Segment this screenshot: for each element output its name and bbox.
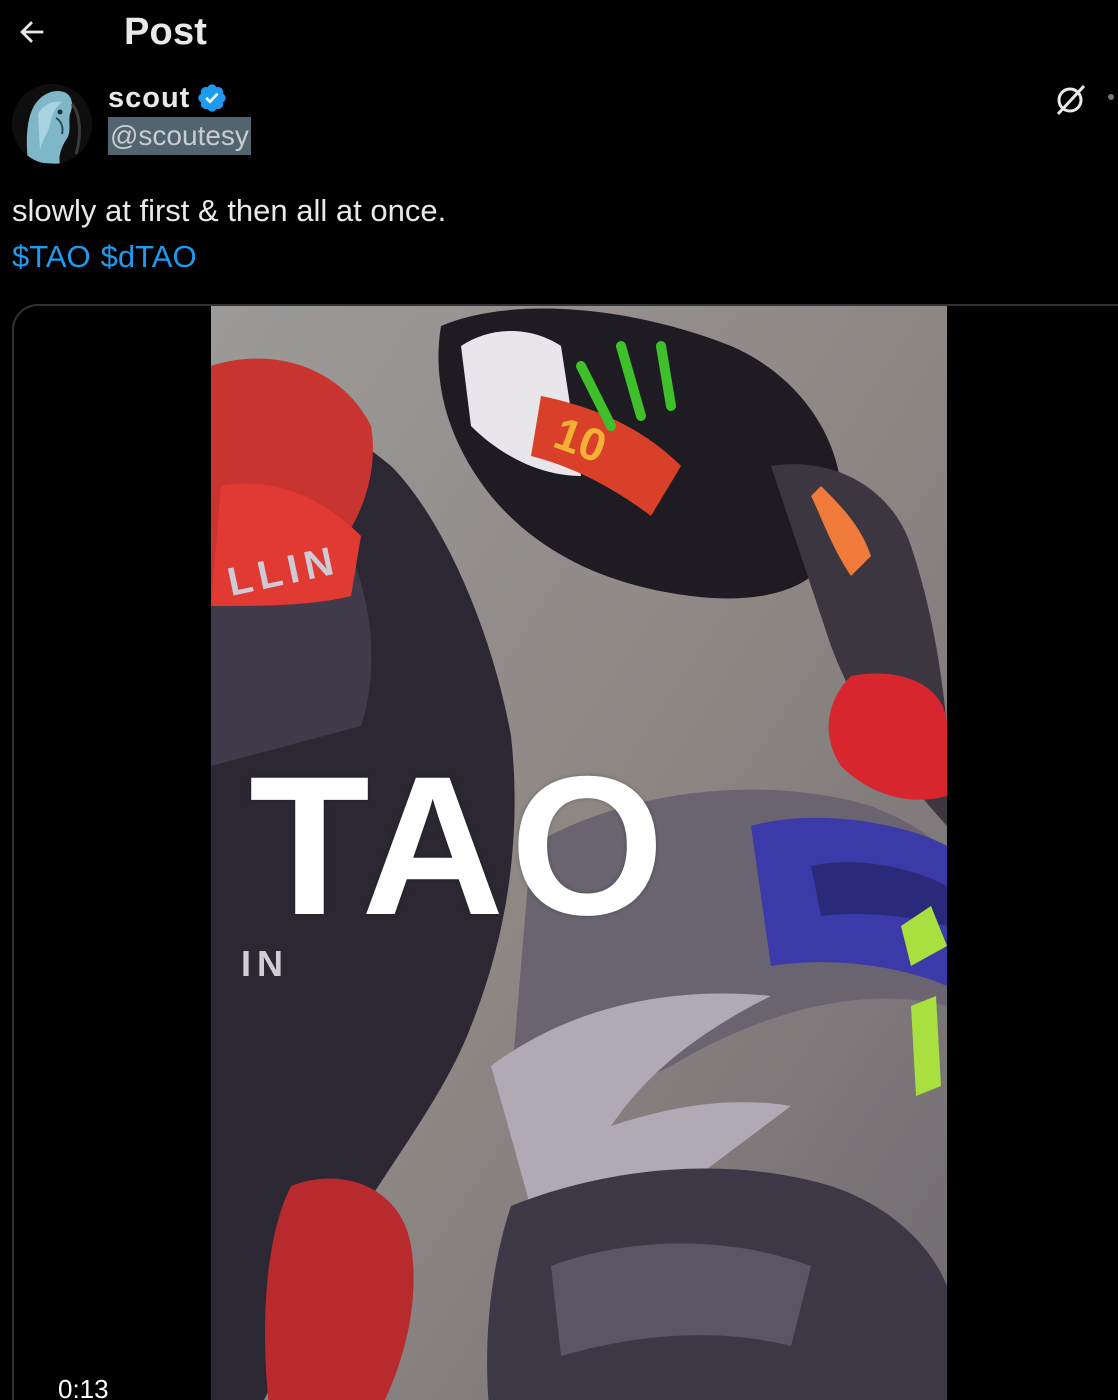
video-player[interactable]: 10 IN LLIN TAO 0:13 [12, 304, 1118, 1400]
grok-button[interactable] [1048, 80, 1092, 120]
video-duration: 0:13 [54, 1372, 113, 1400]
author-name-row: scout [108, 80, 228, 116]
avatar-image [12, 84, 92, 164]
post-body: slowly at first & then all at once. [12, 193, 447, 228]
cashtag-link[interactable]: $dTAO [101, 234, 197, 280]
more-icon[interactable] [1108, 94, 1114, 100]
header-bar: Post [0, 0, 1118, 68]
grok-icon [1056, 84, 1086, 116]
cashtag-row: $TAO $dTAO [12, 234, 446, 280]
cashtag-link[interactable]: $TAO [12, 234, 91, 280]
post-text: slowly at first & then all at once. $TAO… [12, 188, 446, 280]
back-button[interactable] [10, 10, 54, 54]
video-overlay-text: TAO [249, 735, 671, 956]
avatar[interactable] [12, 84, 92, 164]
post-page: Post scout @scoutesy slowly at first & t… [0, 0, 1118, 1400]
display-name[interactable]: scout [108, 82, 190, 115]
author-handle[interactable]: @scoutesy [108, 117, 251, 155]
arrow-left-icon [20, 21, 44, 43]
page-title: Post [124, 11, 208, 53]
video-frame[interactable]: 10 IN LLIN TAO [211, 306, 947, 1400]
verified-badge-icon [198, 84, 227, 112]
